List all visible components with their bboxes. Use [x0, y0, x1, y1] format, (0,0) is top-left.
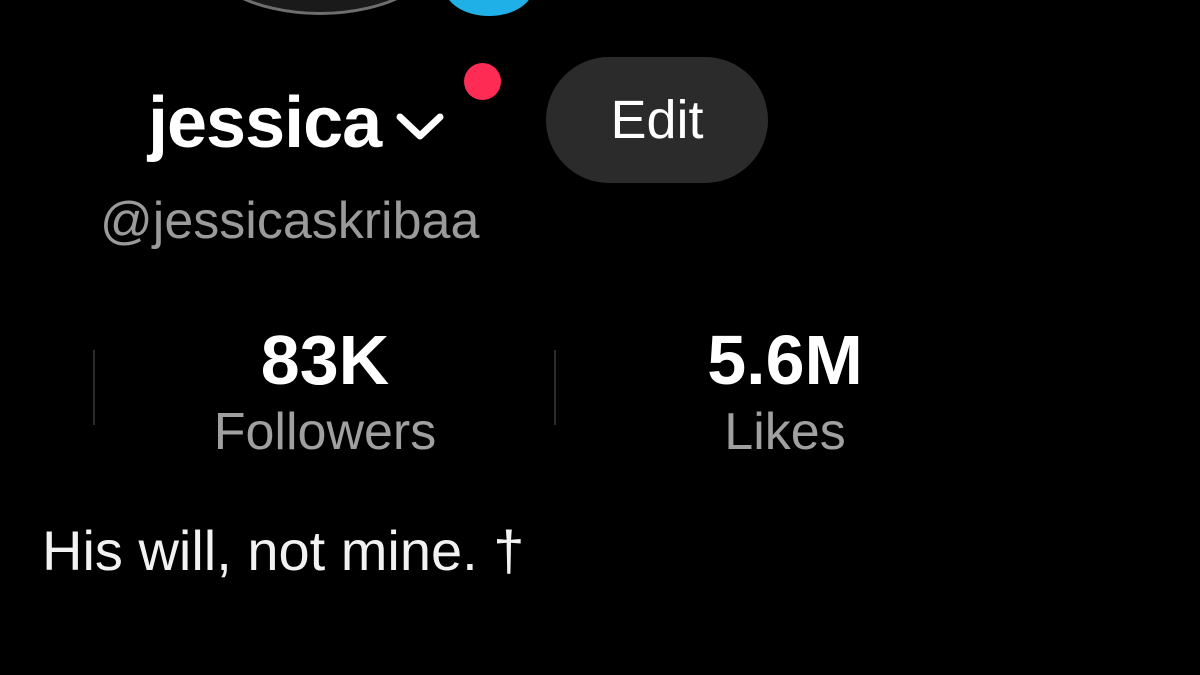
followers-count: 83K	[260, 321, 390, 399]
followers-label: Followers	[213, 402, 437, 461]
stat-divider	[554, 350, 556, 425]
account-switcher[interactable]: jessica	[148, 78, 445, 168]
notification-dot	[464, 63, 501, 100]
stat-divider	[93, 350, 95, 425]
avatar-badge-icon[interactable]	[445, 0, 533, 16]
likes-count: 5.6M	[707, 321, 863, 399]
followers-stat[interactable]: 83K Followers	[190, 320, 460, 463]
username-handle: @jessicaskribaa	[100, 192, 480, 250]
edit-profile-button[interactable]: Edit	[546, 57, 768, 183]
chevron-down-icon[interactable]	[395, 112, 445, 142]
avatar[interactable]	[195, 0, 445, 15]
profile-bio: His will, not mine. †	[42, 519, 525, 582]
display-name: jessica	[148, 83, 382, 163]
likes-label: Likes	[724, 402, 846, 461]
likes-stat[interactable]: 5.6M Likes	[660, 320, 910, 463]
